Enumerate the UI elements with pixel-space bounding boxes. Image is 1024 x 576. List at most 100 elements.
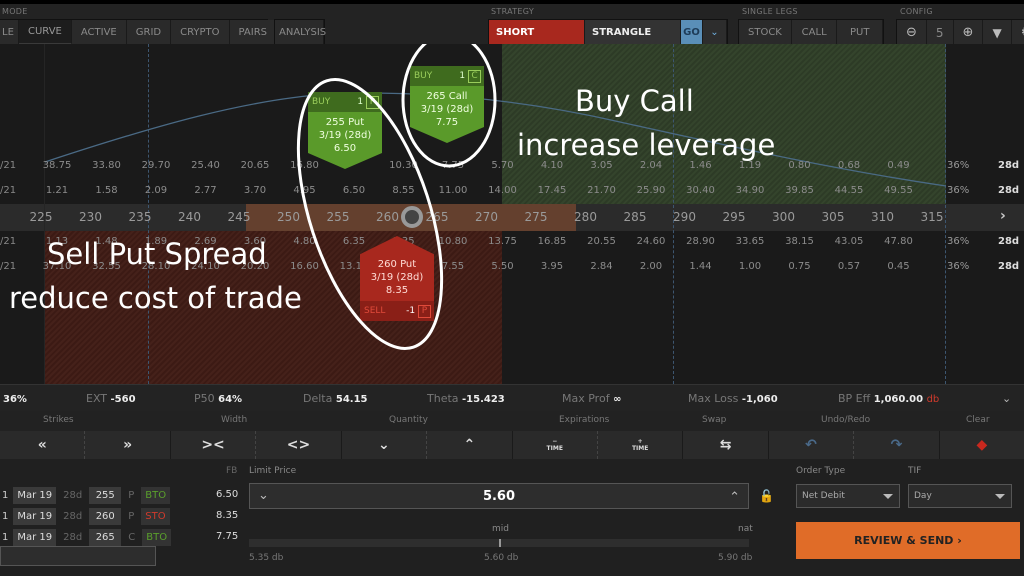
lock-icon[interactable]: 🔓 xyxy=(759,489,774,503)
leg-expiration[interactable]: Mar 19 xyxy=(13,508,57,525)
leg-type[interactable]: C xyxy=(124,529,139,546)
theta-value: -15.423 xyxy=(462,394,505,405)
option-chain-curve: 38.75 33.80 29.70 25.40 20.65 16.80 10.30 7.75 5… xyxy=(0,44,1024,384)
chevron-down-icon: ⌄ xyxy=(710,27,719,38)
label-strikes: Strikes xyxy=(43,415,74,425)
mode-section-label: MODE xyxy=(2,7,28,16)
strike-count: 5 xyxy=(926,20,954,45)
leg-type[interactable]: P xyxy=(124,487,138,504)
single-legs-label: SINGLE LEGS xyxy=(742,7,798,16)
strikes-down-button[interactable]: « xyxy=(0,431,86,459)
tab-curve[interactable]: CURVE xyxy=(19,20,72,45)
leg-dte: 28d xyxy=(63,511,83,522)
put-button[interactable]: PUT xyxy=(837,20,883,45)
expiration-plus-button[interactable]: + TIME xyxy=(598,431,684,459)
redo-button[interactable]: ↷ xyxy=(854,431,940,459)
label-quantity: Quantity xyxy=(389,415,428,425)
order-type-select[interactable]: Net Debit xyxy=(796,484,900,508)
eraser-icon: ◆ xyxy=(976,437,988,453)
order-type-value: Net Debit xyxy=(802,491,845,501)
width-widen-button[interactable]: <> xyxy=(256,431,342,459)
undo-button[interactable]: ↶ xyxy=(769,431,855,459)
zoom-in-icon[interactable]: ⊕ xyxy=(953,20,984,45)
strategy-section-label: STRATEGY xyxy=(491,7,535,16)
label-undo-redo: Undo/Redo xyxy=(821,415,871,425)
leg-action[interactable]: STO xyxy=(141,508,170,525)
leg-strike[interactable]: 260 xyxy=(89,508,122,525)
price-slider-handle[interactable] xyxy=(499,539,501,547)
leg-price: 6.50 xyxy=(216,489,239,500)
strategy-side-button[interactable]: SHORT xyxy=(489,20,585,45)
tab-table[interactable]: LE xyxy=(0,20,19,45)
leg-price: 7.75 xyxy=(216,531,239,542)
highlight-ellipse-call xyxy=(401,44,497,168)
leg-qty[interactable]: 1 xyxy=(0,529,10,546)
price-up-icon[interactable]: ⌃ xyxy=(729,490,740,505)
strikes-up-button[interactable]: » xyxy=(85,431,171,459)
gear-icon[interactable]: ⚙ xyxy=(1011,20,1024,45)
call-button[interactable]: CALL xyxy=(791,20,838,45)
p50-label: P50 xyxy=(194,392,215,405)
time-plus-label: TIME xyxy=(631,445,649,452)
tab-active[interactable]: ACTIVE xyxy=(71,20,127,45)
chevron-up-icon: ⌃ xyxy=(463,437,476,453)
tab-pairs[interactable]: PAIRS xyxy=(229,20,278,45)
tab-crypto[interactable]: CRYPTO xyxy=(171,20,230,45)
order-leg-row: 1 Mar 19 28d 255 P BTO 6.50 xyxy=(0,487,238,504)
swap-button[interactable]: ⇆ xyxy=(683,431,769,459)
dropdown-caret-icon xyxy=(883,494,893,499)
bp-effect-suffix: db xyxy=(926,394,940,405)
strategy-type-button[interactable]: STRANGLE xyxy=(585,20,681,45)
price-slider[interactable] xyxy=(249,539,749,547)
tif-value: Day xyxy=(914,491,932,501)
zoom-out-icon[interactable]: ⊖ xyxy=(897,20,927,45)
annotation-increase-leverage: increase leverage xyxy=(517,128,776,162)
tab-analysis[interactable]: ANALYSIS xyxy=(275,20,326,45)
fb-label: FB xyxy=(226,466,238,476)
leg-action[interactable]: BTO xyxy=(141,487,171,504)
order-note-input[interactable] xyxy=(0,546,156,566)
bp-effect-value: 1,060.00 xyxy=(873,394,924,405)
nat-label: nat xyxy=(738,524,753,534)
tab-grid[interactable]: GRID xyxy=(126,20,172,45)
go-button[interactable]: GO xyxy=(681,20,703,45)
clear-button[interactable]: ◆ xyxy=(940,431,1024,459)
leg-dte: 28d xyxy=(63,532,83,543)
leg-dte: 28d xyxy=(63,490,83,501)
bp-effect-label: BP Eff xyxy=(838,392,871,405)
range-low: 5.35 db xyxy=(249,553,284,563)
leg-expiration[interactable]: Mar 19 xyxy=(13,487,57,504)
quantity-up-button[interactable]: ⌃ xyxy=(427,431,513,459)
limit-price-label: Limit Price xyxy=(249,466,297,476)
expiration-minus-button[interactable]: − TIME xyxy=(513,431,598,459)
expand-stats-icon[interactable]: ⌄ xyxy=(1002,392,1011,405)
leg-strike[interactable]: 265 xyxy=(89,529,122,546)
chevron-down-icon: ⌄ xyxy=(378,437,390,453)
width-narrow-button[interactable]: >< xyxy=(171,431,257,459)
config-group: ⊖ 5 ⊕ ▼ ⚙ xyxy=(896,19,1024,46)
quantity-down-button[interactable]: ⌄ xyxy=(342,431,428,459)
limit-price-input[interactable]: ⌄ 5.60 ⌃ xyxy=(249,483,749,509)
review-send-label: REVIEW & SEND xyxy=(854,534,954,547)
annotation-ellipses xyxy=(296,44,497,350)
tif-select[interactable]: Day xyxy=(908,484,1012,508)
leg-action[interactable]: BTO xyxy=(142,529,172,546)
theta-label: Theta xyxy=(427,392,459,405)
stock-button[interactable]: STOCK xyxy=(739,20,792,45)
label-swap: Swap xyxy=(702,415,727,425)
filter-icon[interactable]: ▼ xyxy=(983,20,1012,45)
leg-expiration[interactable]: Mar 19 xyxy=(13,529,57,546)
p50-value: 64% xyxy=(218,394,243,405)
max-profit-label: Max Prof xyxy=(562,392,610,405)
leg-type[interactable]: P xyxy=(124,508,138,525)
leg-strike[interactable]: 255 xyxy=(89,487,122,504)
label-expirations: Expirations xyxy=(559,415,610,425)
leg-qty[interactable]: 1 xyxy=(0,487,10,504)
ext-value: -560 xyxy=(110,394,136,405)
review-send-button[interactable]: REVIEW & SEND › xyxy=(796,522,1020,559)
strategy-dropdown-button[interactable]: ⌄ xyxy=(703,20,727,45)
range-high: 5.90 db xyxy=(718,553,753,563)
leg-price: 8.35 xyxy=(216,510,239,521)
leg-qty[interactable]: 1 xyxy=(0,508,10,525)
limit-price-value: 5.60 xyxy=(482,489,516,504)
